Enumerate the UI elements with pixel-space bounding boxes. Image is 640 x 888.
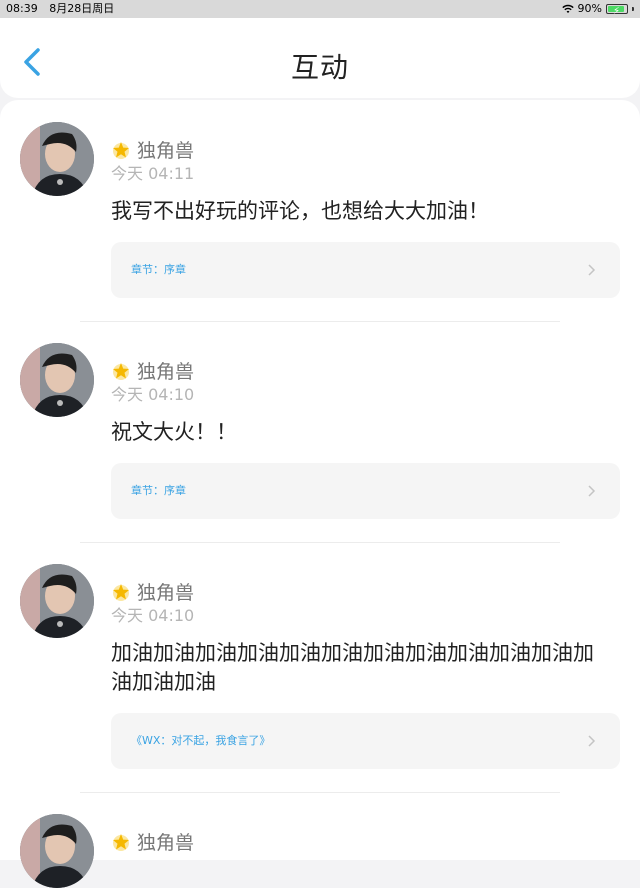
status-time: 08:39: [6, 2, 38, 15]
comment-time: 今天 04:10: [111, 606, 195, 625]
divider: [80, 542, 560, 543]
chapter-link[interactable]: 章节：序章: [111, 463, 620, 519]
comment-text: 加油加油加油加油加油加油加油加油加油加油加油加油加油加油: [111, 641, 594, 694]
chapter-label: 章节：序章: [131, 263, 186, 276]
crown-badge-icon: [113, 141, 129, 159]
user-name: 独角兽: [137, 140, 195, 162]
user-row: 独角兽: [111, 357, 194, 384]
chapter-link[interactable]: 《WX：对不起，我食言了》: [111, 713, 620, 769]
wifi-icon: [561, 4, 574, 13]
status-bar: 08:39 8月28日周日 90% ⚡: [0, 0, 640, 18]
page-title: 互动: [290, 51, 349, 84]
divider: [80, 792, 560, 793]
chevron-right-icon: [588, 264, 596, 276]
comment-text: 我写不出好玩的评论，也想给大大加油！: [111, 199, 489, 223]
crown-badge-icon: [113, 362, 129, 380]
battery-percent: 90%: [577, 2, 602, 15]
user-row: 独角兽: [111, 828, 194, 855]
crown-badge-icon: [113, 833, 129, 851]
comment-list[interactable]: 独角兽 今天 04:11 我写不出好玩的评论，也想给大大加油！ 章节：序章 独角…: [0, 100, 640, 888]
chapter-label: 《WX：对不起，我食言了》: [131, 734, 271, 747]
user-name: 独角兽: [137, 832, 195, 854]
comment-text: 祝文大火！！: [111, 420, 237, 444]
status-date: 8月28日周日: [49, 2, 115, 15]
crown-badge-icon: [113, 583, 129, 601]
battery-tip: [632, 7, 634, 11]
comment-time: 今天 04:11: [111, 164, 195, 183]
chapter-link[interactable]: 章节：序章: [111, 242, 620, 298]
avatar[interactable]: [20, 814, 94, 888]
divider: [80, 321, 560, 322]
avatar[interactable]: [20, 122, 94, 196]
chevron-right-icon: [588, 735, 596, 747]
navigation-bar: 互动: [0, 18, 640, 98]
avatar[interactable]: [20, 564, 94, 638]
chevron-right-icon: [588, 485, 596, 497]
comment-time: 今天 04:10: [111, 385, 195, 404]
user-name: 独角兽: [137, 361, 195, 383]
user-row: 独角兽: [111, 578, 194, 605]
user-name: 独角兽: [137, 582, 195, 604]
chapter-label: 章节：序章: [131, 484, 186, 497]
avatar[interactable]: [20, 343, 94, 417]
user-row: 独角兽: [111, 136, 194, 163]
battery-icon: ⚡: [606, 4, 628, 17]
